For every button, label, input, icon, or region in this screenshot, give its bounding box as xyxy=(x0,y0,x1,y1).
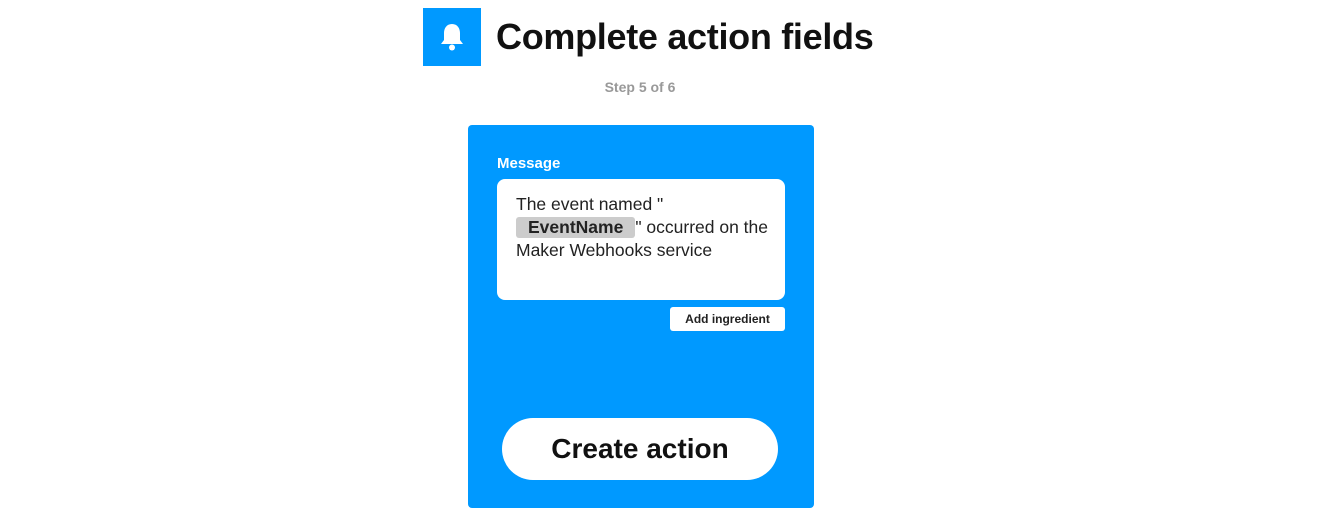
ingredient-pill-eventname[interactable]: EventName xyxy=(516,217,636,238)
page-title: Complete action fields xyxy=(496,16,874,57)
message-field[interactable]: The event named "EventName " occurred on … xyxy=(497,179,785,300)
add-ingredient-button[interactable]: Add ingredient xyxy=(670,307,785,331)
message-text-before: The event named " xyxy=(516,194,664,214)
page-header: Complete action fields xyxy=(423,8,874,66)
page: Complete action fields Step 5 of 6 Messa… xyxy=(0,0,1320,520)
create-action-button[interactable]: Create action xyxy=(502,418,778,480)
service-icon xyxy=(423,8,481,66)
message-field-label: Message xyxy=(497,155,561,172)
action-fields-card: Message The event named "EventName " occu… xyxy=(468,125,814,508)
bell-icon xyxy=(441,24,463,51)
step-indicator: Step 5 of 6 xyxy=(604,79,676,95)
